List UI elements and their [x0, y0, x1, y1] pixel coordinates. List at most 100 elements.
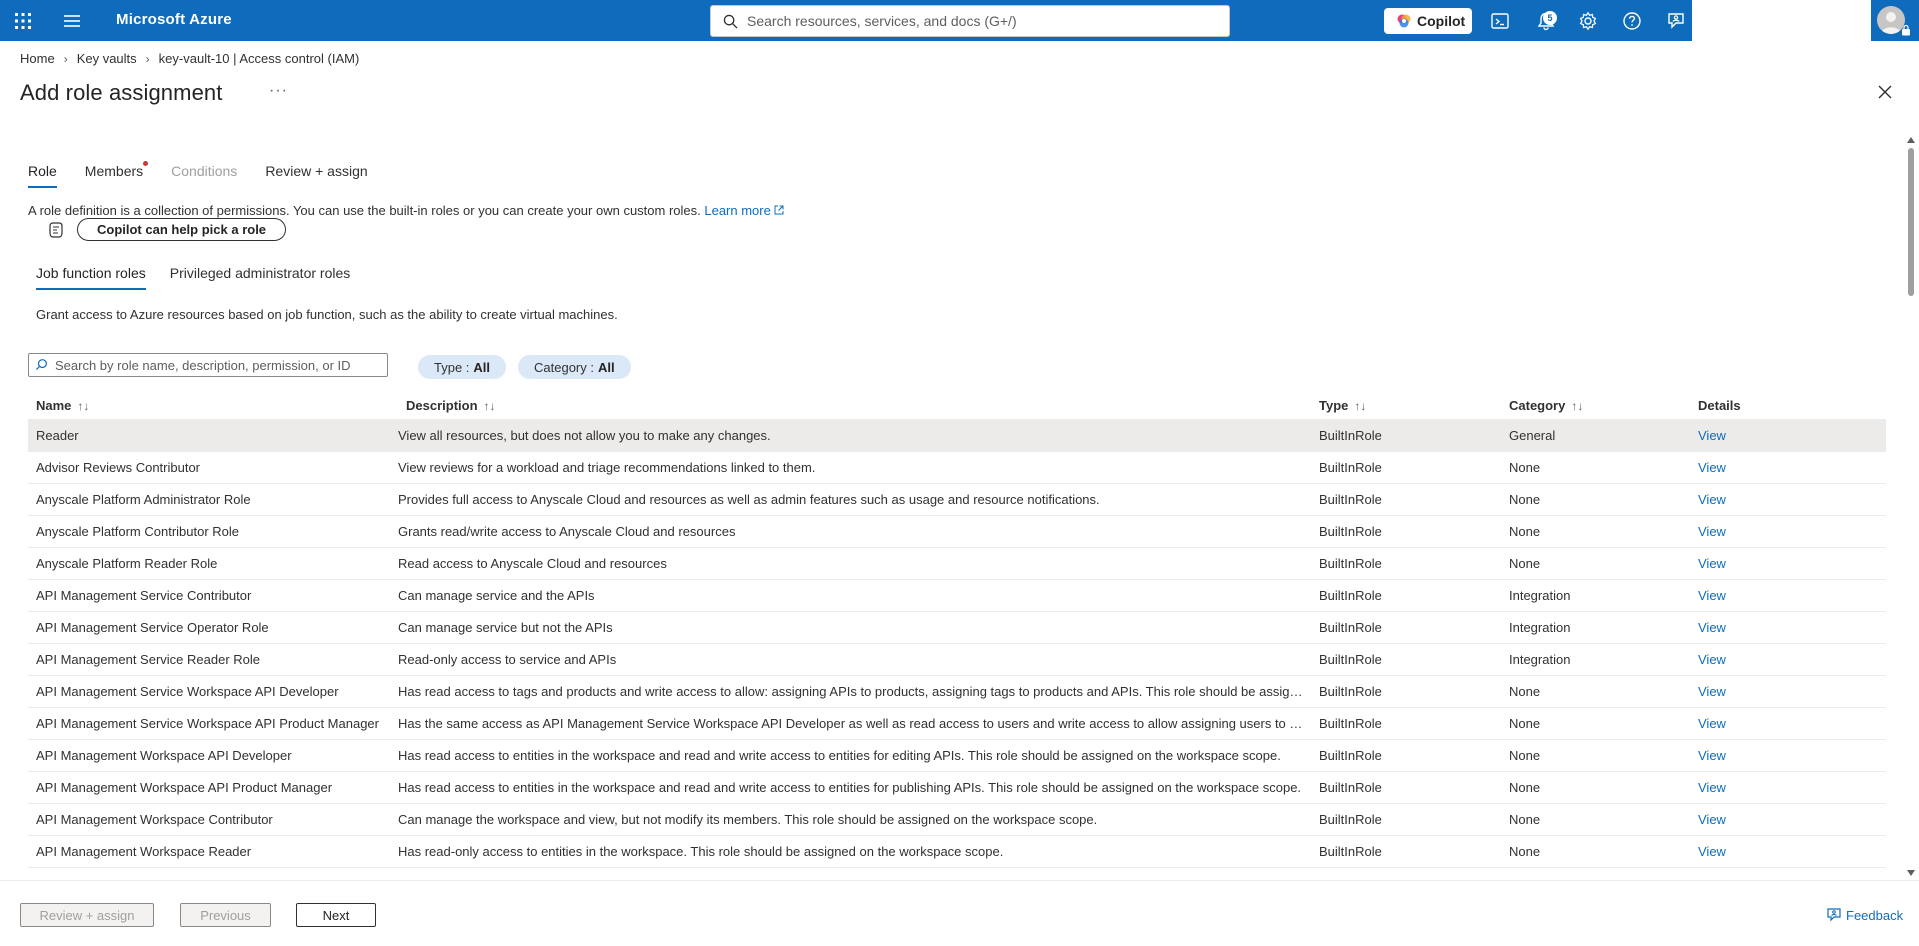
role-description-cell: Has read access to entities in the works… — [398, 748, 1281, 763]
global-search-input[interactable] — [745, 9, 1225, 33]
role-type-cell: BuiltInRole — [1319, 652, 1382, 667]
app-launcher-icon[interactable] — [14, 12, 32, 30]
breadcrumb-home[interactable]: Home — [20, 51, 55, 66]
view-details-link[interactable]: View — [1698, 812, 1726, 827]
view-details-link-container: View — [1690, 684, 1886, 699]
role-type-cell: BuiltInRole — [1319, 844, 1382, 859]
tab-role[interactable]: Role — [28, 163, 57, 188]
role-name-cell: Anyscale Platform Reader Role — [36, 556, 218, 571]
copilot-icon — [1397, 14, 1411, 28]
breadcrumb-key-vault-iam[interactable]: key-vault-10 | Access control (IAM) — [159, 51, 360, 66]
view-details-link-container: View — [1690, 652, 1886, 667]
header-type[interactable]: Type ↑↓ — [1311, 398, 1501, 413]
role-category-cell: None — [1509, 844, 1541, 859]
view-details-link-container: View — [1690, 588, 1886, 603]
role-category-cell: General — [1509, 428, 1556, 443]
copilot-button[interactable]: Copilot — [1384, 8, 1472, 34]
role-description-cell: Has read access to entities in the works… — [398, 780, 1302, 795]
review-assign-button[interactable]: Review + assign — [20, 903, 154, 927]
cloud-shell-icon[interactable] — [1490, 11, 1510, 31]
next-button[interactable]: Next — [296, 903, 376, 927]
view-details-link-container: View — [1690, 428, 1886, 443]
required-dot-icon — [143, 161, 149, 166]
learn-more-link[interactable]: Learn more — [704, 203, 770, 218]
table-row[interactable]: API Management Service Reader Role Read-o… — [28, 644, 1886, 676]
role-type-cell-container: BuiltInRole — [1311, 716, 1501, 731]
copilot-pick-role-button[interactable]: Copilot can help pick a role — [77, 218, 287, 241]
role-search-input[interactable] — [53, 356, 383, 374]
table-row[interactable]: API Management Workspace API Product Man… — [28, 772, 1886, 804]
role-description-cell: Read access to Anyscale Cloud and resour… — [398, 556, 667, 571]
table-row[interactable]: Anyscale Platform Administrator Role Prov… — [28, 484, 1886, 516]
view-details-link[interactable]: View — [1698, 748, 1726, 763]
table-row[interactable]: Anyscale Platform Contributor Role Grants… — [28, 516, 1886, 548]
sort-icon[interactable]: ↑↓ — [484, 399, 496, 413]
global-search-box[interactable] — [710, 5, 1230, 37]
view-details-link[interactable]: View — [1698, 652, 1726, 667]
header-description[interactable]: Description ↑↓ — [398, 398, 1311, 413]
table-row[interactable]: API Management Service Contributor Can ma… — [28, 580, 1886, 612]
table-row[interactable]: API Management Service Operator Role Can … — [28, 612, 1886, 644]
close-icon[interactable] — [1877, 84, 1893, 100]
view-details-link[interactable]: View — [1698, 428, 1726, 443]
view-details-link[interactable]: View — [1698, 716, 1726, 731]
scroll-down-arrow-icon[interactable] — [1907, 870, 1915, 876]
header-category[interactable]: Category ↑↓ — [1501, 398, 1690, 413]
account-menu[interactable] — [1871, 0, 1919, 41]
scroll-up-arrow-icon[interactable] — [1907, 137, 1915, 143]
brand-title[interactable]: Microsoft Azure — [116, 11, 232, 28]
role-type-cell: BuiltInRole — [1319, 524, 1382, 539]
feedback-person-icon[interactable] — [1666, 11, 1686, 31]
view-details-link[interactable]: View — [1698, 780, 1726, 795]
table-row[interactable]: API Management Workspace Contributor Can … — [28, 804, 1886, 836]
role-category-cell-container: None — [1501, 524, 1690, 539]
type-filter-pill[interactable]: Type : All — [418, 355, 507, 379]
table-row-partial — [28, 871, 1886, 879]
view-details-link[interactable]: View — [1698, 684, 1726, 699]
more-options-icon[interactable]: ··· — [269, 82, 288, 100]
sort-icon[interactable]: ↑↓ — [1354, 399, 1366, 413]
view-details-link[interactable]: View — [1698, 524, 1726, 539]
role-type-cell: BuiltInRole — [1319, 588, 1382, 603]
view-details-link[interactable]: View — [1698, 844, 1726, 859]
copilot-icon — [49, 221, 63, 238]
breadcrumb-key-vaults[interactable]: Key vaults — [77, 51, 137, 66]
view-details-link[interactable]: View — [1698, 588, 1726, 603]
role-category-cell: None — [1509, 716, 1541, 731]
previous-button[interactable]: Previous — [180, 903, 271, 927]
sort-icon[interactable]: ↑↓ — [77, 399, 89, 413]
table-row[interactable]: API Management Workspace Reader Has read-… — [28, 836, 1886, 868]
tab-conditions[interactable]: Conditions — [171, 163, 237, 188]
tab-members[interactable]: Members — [84, 161, 149, 188]
tab-members-label: Members — [84, 163, 144, 179]
tab-review-assign[interactable]: Review + assign — [265, 163, 367, 188]
role-search-box[interactable] — [28, 353, 388, 377]
tab-job-function-roles[interactable]: Job function roles — [36, 265, 146, 290]
sort-icon[interactable]: ↑↓ — [1571, 399, 1583, 413]
role-description-cell: Provides full access to Anyscale Cloud a… — [398, 492, 1100, 507]
table-row[interactable]: Anyscale Platform Reader Role Read access… — [28, 548, 1886, 580]
view-details-link[interactable]: View — [1698, 556, 1726, 571]
view-details-link[interactable]: View — [1698, 620, 1726, 635]
sub-tab-description: Grant access to Azure resources based on… — [36, 307, 618, 322]
view-details-link-container: View — [1690, 812, 1886, 827]
page-title: Add role assignment — [20, 80, 223, 105]
view-details-link[interactable]: View — [1698, 460, 1726, 475]
scrollbar-thumb[interactable] — [1908, 148, 1914, 296]
header-name[interactable]: Name ↑↓ — [28, 398, 398, 413]
view-details-link[interactable]: View — [1698, 492, 1726, 507]
table-row[interactable]: API Management Workspace API Developer Ha… — [28, 740, 1886, 772]
category-filter-pill[interactable]: Category : All — [518, 355, 631, 379]
role-type-cell: BuiltInRole — [1319, 492, 1382, 507]
feedback-link[interactable]: Feedback — [1826, 907, 1903, 923]
menu-icon[interactable] — [63, 13, 81, 29]
table-row[interactable]: API Management Service Workspace API Dev… — [28, 676, 1886, 708]
role-category-cell: None — [1509, 684, 1541, 699]
tab-privileged-administrator-roles[interactable]: Privileged administrator roles — [170, 265, 351, 290]
settings-gear-icon[interactable] — [1578, 11, 1598, 31]
help-question-icon[interactable] — [1622, 11, 1642, 31]
table-row[interactable]: Reader View all resources, but does not a… — [28, 420, 1886, 452]
role-description-cell: Has read access to tags and products and… — [398, 684, 1311, 699]
table-row[interactable]: API Management Service Workspace API Pro… — [28, 708, 1886, 740]
table-row[interactable]: Advisor Reviews Contributor View reviews … — [28, 452, 1886, 484]
